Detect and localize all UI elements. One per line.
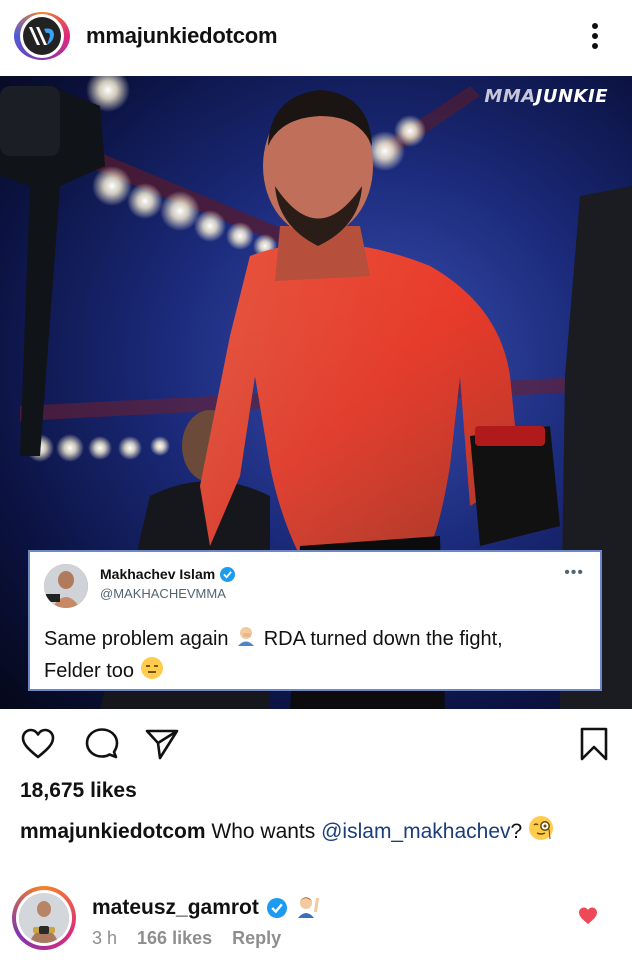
man-facepalming-emoji-icon [234, 624, 258, 656]
face-with-monocle-emoji-icon [528, 815, 554, 847]
embedded-tweet-card: Makhachev Islam @MAKHACHEVMMA ••• Same p… [28, 550, 602, 691]
comment-icon[interactable] [84, 726, 120, 762]
person-raising-hand-emoji-icon [295, 892, 321, 924]
verified-badge-icon [266, 898, 287, 918]
mma-junkie-watermark: MMAJUNKIE [484, 86, 608, 107]
mma-junkie-logo-icon [23, 17, 61, 55]
heart-filled-icon[interactable] [578, 906, 598, 926]
likes-count[interactable]: 18,675 likes [20, 779, 137, 803]
post-caption: mmajunkiedotcom Who wants @islam_makhach… [20, 815, 554, 847]
caption-mention-link[interactable]: @islam_makhachev [321, 820, 510, 843]
send-icon[interactable] [144, 726, 180, 762]
account-username[interactable]: mmajunkiedotcom [86, 23, 278, 49]
verified-badge-icon [220, 566, 236, 582]
commenter-avatar[interactable] [12, 886, 76, 950]
comment-row: mateusz_gamrot 3 h 166 likes Reply [0, 880, 632, 977]
tweet-author-name: Makhachev Islam [100, 566, 236, 582]
comment-meta: 3 h 166 likes Reply [92, 928, 281, 949]
caption-text: Who wants [211, 820, 316, 843]
commenter-username[interactable]: mateusz_gamrot [92, 892, 321, 924]
caption-end: ? [510, 820, 523, 843]
caption-username[interactable]: mmajunkiedotcom [20, 820, 206, 843]
heart-outline-icon[interactable] [20, 726, 56, 762]
comment-likes[interactable]: 166 likes [137, 928, 212, 949]
account-avatar[interactable] [14, 12, 70, 60]
more-options-icon[interactable] [584, 20, 606, 52]
comment-time: 3 h [92, 928, 118, 948]
tweet-author-handle: @MAKHACHEVMMA [100, 586, 226, 601]
post-header: mmajunkiedotcom [0, 0, 632, 76]
tweet-more-icon: ••• [564, 564, 584, 581]
post-image[interactable]: MMAJUNKIE Makhachev Islam @MAKHACHEVMMA … [0, 76, 632, 709]
reply-button[interactable]: Reply [232, 928, 281, 949]
expressionless-face-emoji-icon [140, 656, 164, 688]
bookmark-icon[interactable] [576, 726, 612, 762]
tweet-avatar [44, 564, 88, 608]
post-actions-bar [0, 722, 632, 766]
tweet-text: Same problem again RDA turned down the f… [44, 624, 592, 688]
